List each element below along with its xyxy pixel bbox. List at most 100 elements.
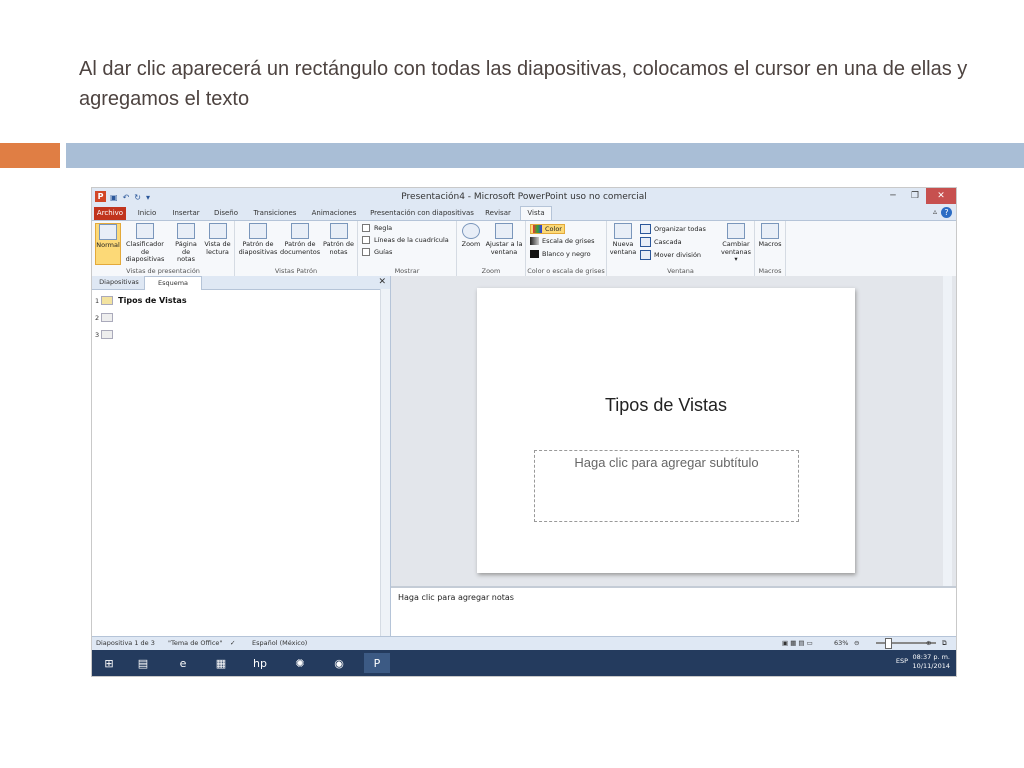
switch-windows-label: Cambiar ventanas	[721, 240, 751, 256]
status-bar: Diapositiva 1 de 3 "Tema de Office" ✓ Es…	[92, 636, 956, 651]
outline-number: 2	[95, 313, 100, 322]
tab-diseno[interactable]: Diseño	[210, 207, 242, 220]
slide-thumb-icon	[101, 313, 114, 322]
hp-icon[interactable]: hp	[247, 653, 273, 673]
handout-master-label: Patrón de documentos	[280, 240, 321, 256]
tab-esquema[interactable]: Esquema	[144, 276, 202, 290]
media-icon[interactable]: ✺	[287, 653, 313, 673]
grayscale-swatch-icon	[530, 237, 539, 245]
tab-inicio[interactable]: Inicio	[132, 207, 162, 220]
guides-check-box	[362, 248, 370, 256]
tab-vista[interactable]: Vista	[520, 206, 552, 220]
close-pane-icon[interactable]: ✕	[378, 277, 386, 287]
slide-sorter-label: Clasificador de diapositivas	[125, 240, 165, 263]
macros-icon	[761, 223, 779, 239]
fit-window-button[interactable]: Ajustar a la ventana	[485, 223, 523, 256]
handout-master-button[interactable]: Patrón de documentos	[280, 223, 320, 256]
store-icon[interactable]: ▦	[208, 653, 234, 673]
ruler-checkbox[interactable]: Regla	[362, 224, 392, 232]
language-status[interactable]: Español (México)	[252, 639, 307, 647]
guides-checkbox[interactable]: Guías	[362, 248, 392, 256]
tab-diapositivas[interactable]: Diapositivas	[95, 276, 143, 289]
slide-title[interactable]: Tipos de Vistas	[477, 395, 855, 416]
internet-explorer-icon[interactable]: e	[170, 653, 196, 673]
chrome-icon[interactable]: ◉	[326, 653, 352, 673]
zoom-level[interactable]: 63%	[834, 639, 848, 647]
ruler-check-box	[362, 224, 370, 232]
group-zoom: Zoom Ajustar a la ventana Zoom	[457, 221, 526, 276]
notes-placeholder: Haga clic para agregar notas	[398, 593, 514, 602]
group-label-patron: Vistas Patrón	[274, 267, 318, 275]
cascade-option[interactable]: Cascada	[640, 237, 682, 247]
zoom-in-icon[interactable]: ⊕	[926, 639, 931, 647]
subtitle-placeholder-text: Haga clic para agregar subtítulo	[574, 455, 759, 470]
file-explorer-icon[interactable]: ▤	[130, 653, 156, 673]
notes-page-button[interactable]: Página de notas	[172, 223, 200, 264]
gridlines-label: Líneas de la cuadrícula	[374, 236, 449, 244]
window-title: Presentación4 - Microsoft PowerPoint uso…	[401, 192, 647, 202]
tab-archivo[interactable]: Archivo	[94, 207, 126, 220]
color-option[interactable]: Color	[530, 224, 565, 234]
slide-sorter-button[interactable]: Clasificador de diapositivas	[121, 223, 169, 264]
tray-language[interactable]: ESP	[896, 657, 908, 665]
tab-transiciones[interactable]: Transiciones	[250, 207, 300, 220]
group-label-zoom: Zoom	[481, 267, 501, 275]
clock[interactable]: 08:37 p. m. 10/11/2014	[913, 653, 950, 671]
outline-slide-3[interactable]: 3	[95, 330, 114, 339]
title-bar: P ▣ ↶ ↻ ▾ Presentación4 - Microsoft Powe…	[92, 188, 956, 206]
notes-pane[interactable]: Haga clic para agregar notas	[391, 586, 956, 638]
maximize-icon[interactable]: ❐	[904, 188, 926, 204]
blackwhite-label: Blanco y negro	[542, 250, 591, 258]
grayscale-option[interactable]: Escala de grises	[530, 237, 594, 245]
fit-slide-icon[interactable]: ⧉	[942, 639, 947, 648]
slide-master-button[interactable]: Patrón de diapositivas	[238, 223, 278, 256]
switch-windows-button[interactable]: Cambiar ventanas ▾	[720, 223, 752, 264]
macros-button[interactable]: Macros	[757, 223, 783, 249]
editor-scrollbar[interactable]	[943, 276, 952, 586]
tab-presentacion[interactable]: Presentación con diapositivas	[368, 207, 476, 220]
outline-pane: Diapositivas Esquema ✕ 1 Tipos de Vistas…	[92, 276, 391, 636]
tab-revisar[interactable]: Revisar	[482, 207, 514, 220]
notes-master-button[interactable]: Patrón de notas	[322, 223, 355, 256]
spellcheck-icon[interactable]: ✓	[230, 639, 235, 647]
notes-page-icon	[177, 223, 195, 239]
outline-slide-1[interactable]: 1 Tipos de Vistas	[95, 296, 187, 305]
arrange-all-label: Organizar todas	[654, 225, 706, 233]
arrange-all-option[interactable]: Organizar todas	[640, 224, 706, 234]
help-icon[interactable]: ?	[941, 207, 952, 218]
color-swatch-icon	[533, 225, 542, 233]
normal-view-button[interactable]: Normal	[95, 223, 121, 265]
zoom-out-icon[interactable]: ⊖	[854, 639, 859, 647]
zoom-slider-knob[interactable]	[885, 638, 892, 649]
blackwhite-option[interactable]: Blanco y negro	[530, 250, 591, 258]
move-split-label: Mover división	[654, 251, 702, 259]
ribbon-tabs: Archivo Inicio Insertar Diseño Transicio…	[92, 206, 956, 220]
new-window-icon	[614, 223, 632, 239]
windows-taskbar: ⊞ ▤ e ▦ hp ✺ ◉ P ESP 08:37 p. m. 10/11/2…	[92, 650, 956, 676]
subtitle-placeholder[interactable]: Haga clic para agregar subtítulo	[534, 450, 799, 522]
powerpoint-taskbar-icon[interactable]: P	[364, 653, 390, 673]
powerpoint-screenshot: P ▣ ↶ ↻ ▾ Presentación4 - Microsoft Powe…	[92, 188, 956, 676]
slide-master-label: Patrón de diapositivas	[238, 240, 278, 256]
slide-canvas[interactable]: Tipos de Vistas Haga clic para agregar s…	[477, 288, 855, 573]
tab-insertar[interactable]: Insertar	[168, 207, 204, 220]
outline-scrollbar[interactable]	[380, 289, 390, 636]
collapse-ribbon-icon[interactable]: ▵	[933, 207, 937, 218]
slide-caption: Al dar clic aparecerá un rectángulo con …	[79, 58, 968, 110]
gridlines-checkbox[interactable]: Líneas de la cuadrícula	[362, 236, 449, 244]
outline-slide-2[interactable]: 2	[95, 313, 114, 322]
zoom-label: Zoom	[461, 240, 481, 248]
start-windows-icon[interactable]: ⊞	[96, 653, 122, 673]
move-split-option[interactable]: Mover división	[640, 250, 701, 260]
color-label: Color	[545, 225, 562, 233]
close-icon[interactable]: ✕	[926, 188, 956, 204]
outline-text[interactable]: Tipos de Vistas	[118, 296, 186, 305]
zoom-button[interactable]: Zoom	[459, 223, 483, 249]
normal-view-icon	[99, 224, 117, 240]
new-window-button[interactable]: Nueva ventana	[609, 223, 637, 256]
slide-thumb-icon	[101, 296, 114, 305]
minimize-icon[interactable]: ─	[882, 188, 904, 204]
reading-view-button[interactable]: Vista de lectura	[203, 223, 232, 256]
tab-animaciones[interactable]: Animaciones	[308, 207, 360, 220]
view-buttons-icon[interactable]: ▣ ▦ ▤ ▭	[782, 639, 813, 647]
